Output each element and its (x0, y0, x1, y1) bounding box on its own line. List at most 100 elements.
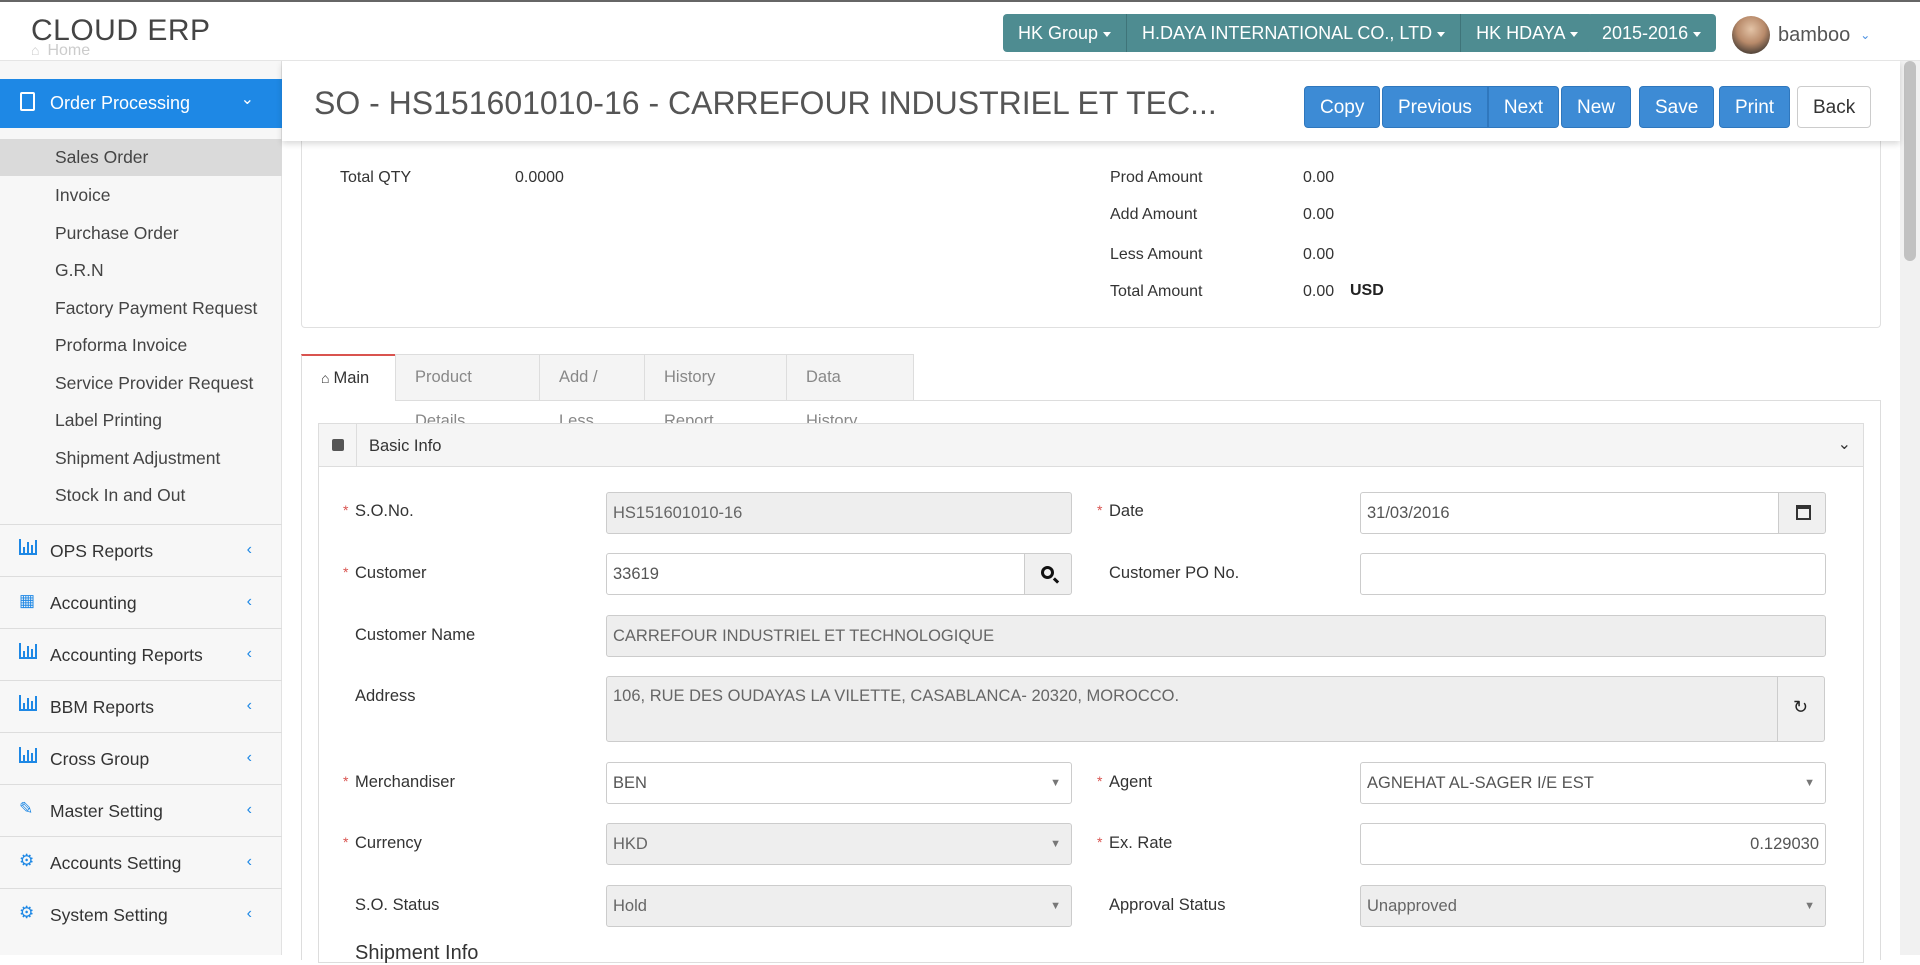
sidebar-item-sales-order[interactable]: Sales Order (0, 139, 282, 176)
org-selector-group: HK Group H.DAYA INTERNATIONAL CO., LTD H… (1003, 14, 1594, 52)
caret-down-icon (1437, 31, 1446, 37)
top-bar: CLOUD ERP HK Group H.DAYA INTERNATIONAL … (0, 0, 1920, 61)
previous-button[interactable]: Previous (1382, 86, 1488, 128)
sidebar-item-grn[interactable]: G.R.N (0, 252, 282, 289)
chevron-down-icon[interactable]: ⌄ (1838, 434, 1851, 454)
home-link[interactable]: ⌂ Home (31, 42, 90, 60)
gear-icon: ⚙ (19, 851, 35, 870)
customer-po-label: Customer PO No. (1109, 564, 1240, 582)
address-label: Address (355, 687, 416, 705)
chevron-down-icon: ⌄ (1860, 28, 1871, 42)
refresh-icon: ↻ (1793, 697, 1809, 717)
sidebar-item-invoice[interactable]: Invoice (0, 177, 282, 214)
sidebar-section-accounting[interactable]: ▦ Accounting ‹ (0, 576, 282, 628)
print-button[interactable]: Print (1719, 86, 1791, 128)
approval-status-select[interactable]: Unapproved ▼ (1360, 885, 1826, 927)
currency-unit: USD (1350, 282, 1384, 299)
new-button[interactable]: New (1561, 86, 1632, 128)
sidebar-section-label: Accounting Reports (50, 645, 203, 665)
document-icon (20, 92, 35, 111)
tab-main[interactable]: ⌂ Main (301, 354, 396, 401)
tab-product-details[interactable]: Product Details (395, 354, 540, 430)
next-button[interactable]: Next (1487, 86, 1559, 128)
back-group: Back (1797, 86, 1872, 128)
sidebar-item-service-provider-request[interactable]: Service Provider Request (0, 365, 282, 402)
sidebar-section-label: BBM Reports (50, 697, 155, 717)
approval-status-label: Approval Status (1109, 896, 1226, 914)
approval-status-value: Unapproved (1367, 897, 1457, 915)
date-picker-button[interactable] (1778, 492, 1826, 534)
total-qty-value: 0.0000 (515, 169, 564, 186)
sidebar-section-label: Master Setting (50, 801, 163, 821)
address-textarea[interactable]: 106, RUE DES OUDAYAS LA VILETTE, CASABLA… (606, 676, 1778, 742)
sidebar-section-bbm-reports[interactable]: BBM Reports ‹ (0, 680, 282, 732)
sidebar-section-system-setting[interactable]: ⚙ System Setting ‹ (0, 888, 282, 940)
ex-rate-field[interactable]: 0.129030 (1360, 823, 1826, 865)
so-no-field[interactable]: HS151601010-16 (606, 492, 1072, 534)
tab-history-report[interactable]: History Report (644, 354, 787, 430)
customer-name-field[interactable]: CARREFOUR INDUSTRIEL ET TECHNOLOGIQUE (606, 615, 1826, 657)
merchandiser-select[interactable]: BEN ▼ (606, 762, 1072, 804)
currency-select[interactable]: HKD ▼ (606, 823, 1072, 865)
sidebar-item-purchase-order[interactable]: Purchase Order (0, 215, 282, 252)
branch-dropdown[interactable]: HK HDAYA (1461, 14, 1594, 52)
avatar (1732, 16, 1770, 54)
back-button[interactable]: Back (1797, 86, 1872, 128)
customer-field[interactable]: 33619 (606, 553, 1025, 595)
sidebar-item-factory-payment-request[interactable]: Factory Payment Request (0, 290, 282, 327)
sidebar-item-label-printing[interactable]: Label Printing (0, 402, 282, 439)
caret-down-icon (1570, 31, 1579, 37)
scrollbar-thumb[interactable] (1904, 61, 1916, 261)
copy-button[interactable]: Copy (1304, 86, 1381, 128)
sidebar-item-proforma-invoice[interactable]: Proforma Invoice (0, 327, 282, 364)
calendar-icon (1796, 505, 1811, 520)
dropdown-arrow-icon: ▼ (1050, 777, 1061, 789)
sidebar-section-accounts-setting[interactable]: ⚙ Accounts Setting ‹ (0, 836, 282, 888)
sidebar-section-accounting-reports[interactable]: Accounting Reports ‹ (0, 628, 282, 680)
expand-icon[interactable] (319, 424, 357, 467)
required-marker: * (343, 502, 349, 518)
save-button[interactable]: Save (1639, 86, 1715, 128)
page-scrollbar[interactable] (1900, 61, 1920, 955)
panel-title: Basic Info (369, 437, 442, 455)
customer-search-button[interactable] (1024, 553, 1072, 595)
ex-rate-label: Ex. Rate (1109, 834, 1173, 852)
print-group: Print (1719, 86, 1791, 128)
sidebar-item-shipment-adjustment[interactable]: Shipment Adjustment (0, 440, 282, 477)
chevron-left-icon: ‹ (246, 593, 252, 610)
period-dropdown[interactable]: 2015-2016 (1587, 14, 1717, 52)
date-field[interactable]: 31/03/2016 (1360, 492, 1779, 534)
company-dropdown[interactable]: H.DAYA INTERNATIONAL CO., LTD (1127, 14, 1462, 52)
group-dropdown[interactable]: HK Group (1003, 14, 1128, 52)
dropdown-arrow-icon: ▼ (1804, 777, 1815, 789)
currency-label: Currency (355, 834, 422, 852)
summary-panel: Total QTY 0.0000 Prod Amount 0.00 Add Am… (301, 141, 1881, 328)
sidebar-item-stock-in-and-out[interactable]: Stock In and Out (0, 477, 282, 514)
sidebar-section-master-setting[interactable]: ✎ Master Setting ‹ (0, 784, 282, 836)
chevron-left-icon: ‹ (246, 905, 252, 922)
agent-value: AGNEHAT AL-SAGER I/E EST (1367, 774, 1594, 792)
chevron-down-icon: ⌄ (240, 91, 254, 108)
total-qty-label: Total QTY (340, 169, 412, 186)
sidebar-section-cross-group[interactable]: Cross Group ‹ (0, 732, 282, 784)
add-amount-value: 0.00 (1303, 206, 1335, 223)
refresh-address-button[interactable]: ↻ (1777, 676, 1825, 742)
panel-header[interactable]: Basic Info ⌄ (319, 424, 1863, 467)
sidebar-section-ops-reports[interactable]: OPS Reports ‹ (0, 524, 282, 576)
required-marker: * (1097, 502, 1103, 518)
sidebar-section-order-processing[interactable]: Order Processing ⌄ (0, 79, 296, 128)
sidebar-section-label: System Setting (50, 905, 168, 925)
so-status-select[interactable]: Hold ▼ (606, 885, 1072, 927)
tab-data-history[interactable]: Data History (786, 354, 914, 430)
tab-add-less[interactable]: Add / Less (539, 354, 645, 430)
customer-po-field[interactable] (1360, 553, 1826, 595)
sidebar: Order Processing ⌄ Sales Order Invoice P… (0, 61, 296, 955)
user-menu[interactable]: bamboo ⌄ (1732, 16, 1870, 54)
chevron-left-icon: ‹ (246, 697, 252, 714)
sidebar-section-label: Order Processing (50, 93, 191, 113)
total-amount-label: Total Amount (1110, 283, 1203, 300)
bar-chart-icon (19, 747, 39, 767)
agent-select[interactable]: AGNEHAT AL-SAGER I/E EST ▼ (1360, 762, 1826, 804)
page-title: SO - HS151601010-16 - CARREFOUR INDUSTRI… (314, 85, 1217, 121)
required-marker: * (1097, 773, 1103, 789)
